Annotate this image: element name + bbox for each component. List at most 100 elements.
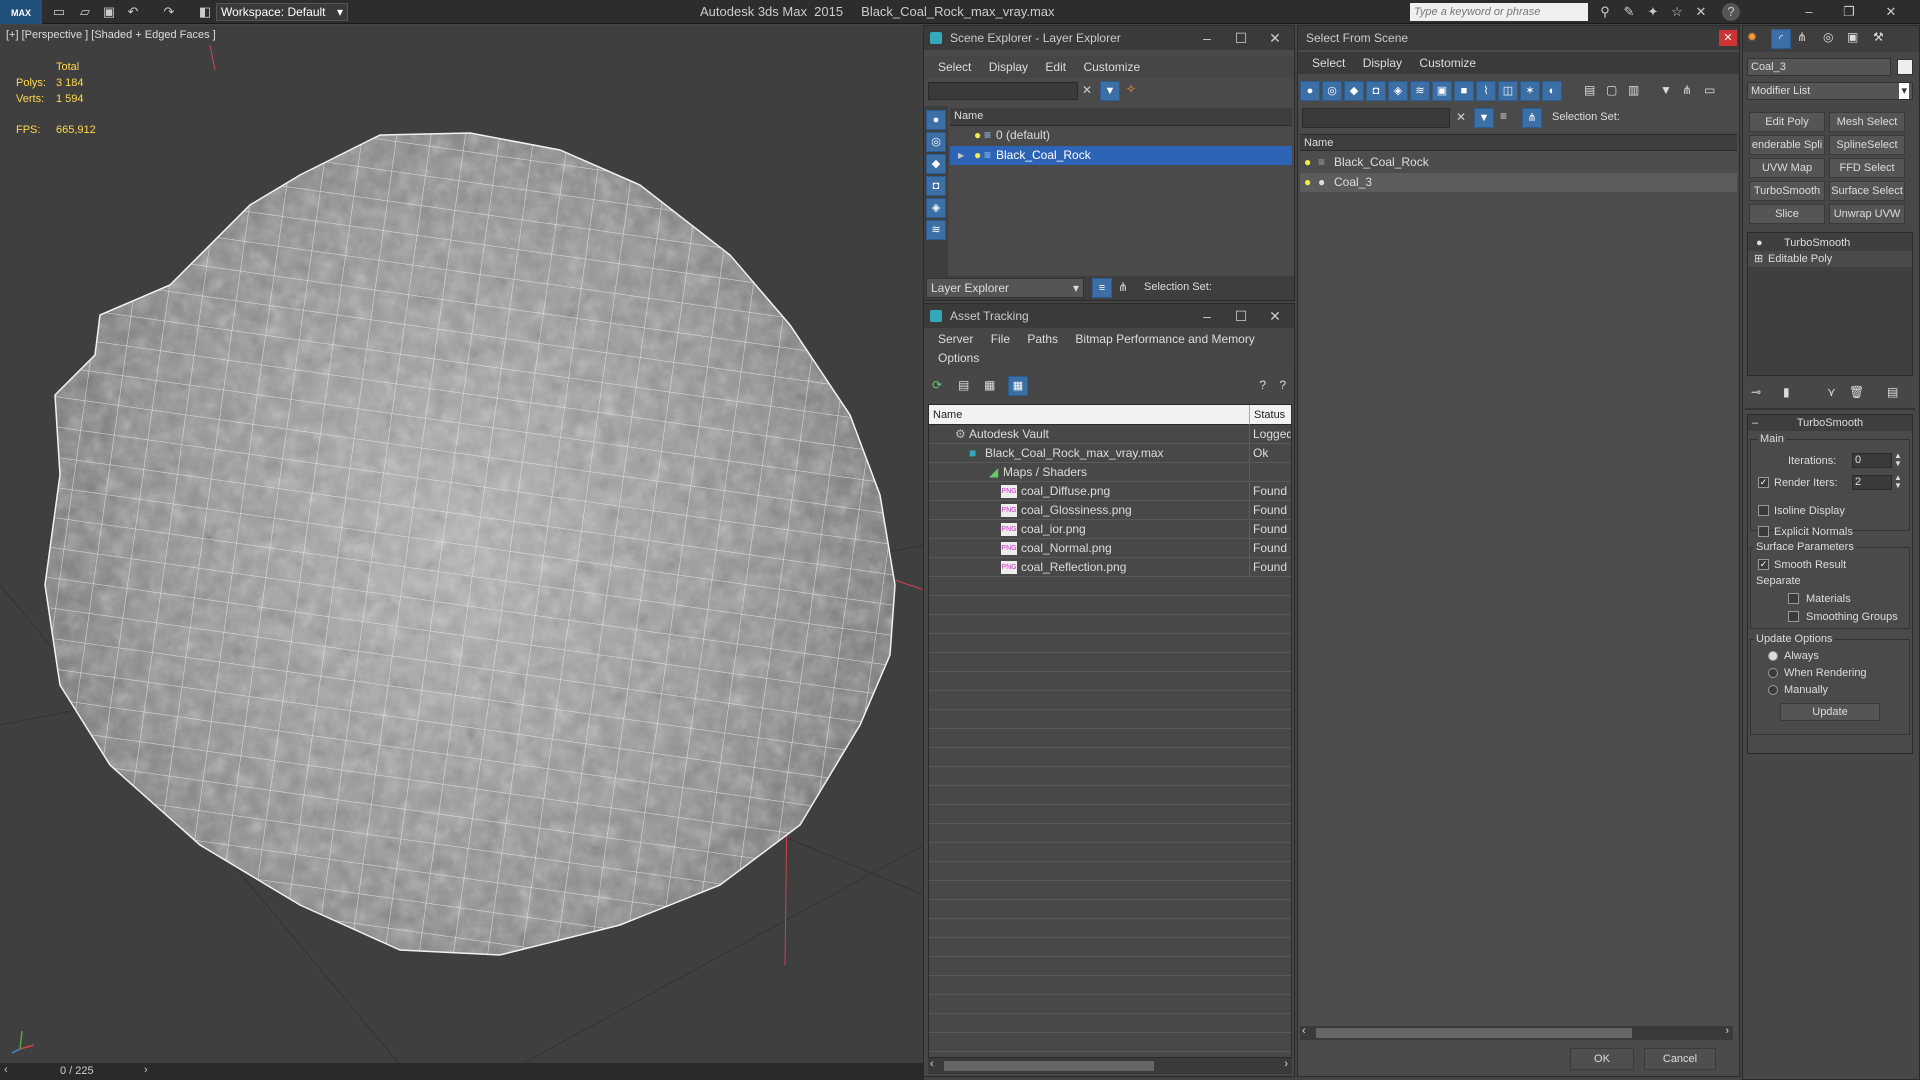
turbosmooth-button[interactable]: TurboSmooth <box>1749 181 1825 201</box>
project-folder-icon[interactable]: ◧ <box>196 3 214 21</box>
xrefs-filter-icon[interactable]: ■ <box>1454 81 1474 101</box>
spinner-arrows-icon[interactable]: ▲ ▼ <box>1894 474 1902 490</box>
binoculars-icon[interactable]: ⚲ <box>1596 3 1614 21</box>
manually-radio[interactable] <box>1768 685 1778 695</box>
tools-icon[interactable]: ✎ <box>1620 3 1638 21</box>
rollout-title[interactable]: – TurboSmooth <box>1748 415 1912 431</box>
menu-options[interactable]: Options <box>938 351 979 365</box>
table-row[interactable]: PNG coal_Diffuse.png Found <box>929 482 1291 501</box>
spinner-arrows-icon[interactable]: ▲ ▼ <box>1894 452 1902 468</box>
stack-item[interactable]: ● TurboSmooth <box>1748 235 1912 251</box>
geometry-filter-icon[interactable]: ● <box>1300 81 1320 101</box>
spline-select-button[interactable]: SplineSelect <box>1829 135 1905 155</box>
exchange-icon[interactable]: ✕ <box>1692 3 1710 21</box>
perspective-viewport[interactable]: [+] [Perspective ] [Shaded + Edged Faces… <box>0 25 924 1065</box>
object-color-swatch[interactable] <box>1897 59 1913 75</box>
stack-item[interactable]: ⊞ Editable Poly <box>1748 251 1912 267</box>
object-row-selected[interactable]: ● ● Coal_3 <box>1300 173 1737 192</box>
update-button[interactable]: Update <box>1780 703 1880 721</box>
thumbnail-view-icon[interactable]: ▦ <box>984 378 995 392</box>
select-from-scene-titlebar[interactable]: Select From Scene ✕ <box>1298 26 1739 50</box>
motion-tab-icon[interactable]: ◎ <box>1823 30 1833 44</box>
horizontal-scrollbar[interactable]: ‹ › <box>928 1058 1292 1074</box>
whats-this-icon[interactable]: ? <box>1279 378 1286 392</box>
menu-server[interactable]: Server <box>938 332 973 346</box>
app-logo[interactable]: MAX <box>0 0 42 24</box>
show-end-result-icon[interactable]: ▮ <box>1783 385 1790 399</box>
materials-checkbox[interactable] <box>1788 593 1799 604</box>
minimize-icon[interactable]: – <box>1190 304 1224 328</box>
smooth-result-checkbox[interactable]: ✓ <box>1758 559 1769 570</box>
asset-tracking-titlebar[interactable]: Asset Tracking – ☐ ✕ <box>924 304 1294 328</box>
ok-button[interactable]: OK <box>1570 1048 1634 1070</box>
close-icon[interactable]: ✕ <box>1258 304 1292 328</box>
subscription-icon[interactable]: ✦ <box>1644 3 1662 21</box>
renderable-spline-button[interactable]: enderable Spli <box>1749 135 1825 155</box>
column-header-name[interactable]: Name <box>929 405 1249 425</box>
expand-plus-icon[interactable]: ⊞ <box>1754 251 1763 267</box>
layer-row[interactable]: ● ≡ 0 (default) <box>950 126 1292 145</box>
light-bulb-icon[interactable]: ● <box>1756 235 1763 251</box>
render-iters-checkbox[interactable]: ✓ <box>1758 477 1769 488</box>
clear-search-icon[interactable]: ✕ <box>1456 110 1466 124</box>
prev-frame-icon[interactable]: ‹ <box>4 1064 8 1076</box>
create-tab-icon[interactable]: ✹ <box>1747 30 1757 44</box>
scene-explorer-titlebar[interactable]: Scene Explorer - Layer Explorer – ☐ ✕ <box>924 26 1294 50</box>
menu-display[interactable]: Display <box>989 60 1028 74</box>
column-header-status[interactable]: Status <box>1249 405 1291 425</box>
table-row[interactable]: PNG coal_Normal.png Found <box>929 539 1291 558</box>
spacewarps-filter-icon[interactable]: ≋ <box>1410 81 1430 101</box>
display-helpers-icon[interactable]: ◈ <box>926 198 946 218</box>
undo-icon[interactable]: ↶ <box>124 3 142 21</box>
display-shapes-icon[interactable]: ◎ <box>926 132 946 152</box>
scroll-right-icon[interactable]: › <box>1284 1058 1288 1070</box>
close-icon[interactable]: ✕ <box>1882 3 1900 21</box>
filter-icon[interactable]: ▼ <box>1474 108 1494 128</box>
viewport-label[interactable]: [+] [Perspective ] [Shaded + Edged Faces… <box>6 29 216 41</box>
display-geometry-icon[interactable]: ● <box>926 110 946 130</box>
utilities-tab-icon[interactable]: ⚒ <box>1873 30 1884 44</box>
hierarchy-tab-icon[interactable]: ⋔ <box>1797 30 1807 44</box>
table-view-icon[interactable]: ▦ <box>1008 376 1028 396</box>
help-icon[interactable]: ? <box>1259 378 1266 392</box>
light-bulb-icon[interactable]: ● <box>974 126 981 145</box>
new-file-icon[interactable]: ▭ <box>50 3 68 21</box>
table-row[interactable]: ◢ Maps / Shaders <box>929 463 1291 482</box>
light-bulb-icon[interactable]: ● <box>974 146 981 165</box>
scroll-right-icon[interactable]: › <box>1725 1025 1729 1037</box>
column-header-name[interactable]: Name <box>1300 135 1737 151</box>
filter-icon[interactable]: ▼ <box>1100 81 1120 101</box>
clear-search-icon[interactable]: ✕ <box>1082 83 1092 97</box>
table-row[interactable]: ⚙ Autodesk Vault Logged <box>929 425 1291 444</box>
scene-explorer-search-input[interactable] <box>928 82 1078 100</box>
column-header-name[interactable]: Name <box>950 108 1292 126</box>
select-invert-icon[interactable]: ▥ <box>1628 83 1639 97</box>
isoline-display-checkbox[interactable] <box>1758 505 1769 516</box>
groups-filter-icon[interactable]: ▣ <box>1432 81 1452 101</box>
table-row[interactable]: ■ Black_Coal_Rock_max_vray.max Ok <box>929 444 1291 463</box>
modify-tab-icon[interactable]: ◜ <box>1771 29 1791 49</box>
frozen-filter-icon[interactable]: ✶ <box>1520 81 1540 101</box>
when-rendering-radio[interactable] <box>1768 668 1778 678</box>
save-icon[interactable]: ▣ <box>100 3 118 21</box>
light-bulb-icon[interactable]: ● <box>1304 173 1311 192</box>
light-bulb-icon[interactable]: ● <box>1304 153 1311 172</box>
table-row[interactable]: PNG coal_Glossiness.png Found <box>929 501 1291 520</box>
make-unique-icon[interactable]: ⋎ <box>1827 385 1836 399</box>
filter-icon[interactable]: ▼ <box>1660 83 1672 97</box>
explorer-type-dropdown[interactable]: Layer Explorer ▾ <box>926 278 1084 298</box>
coal-rock-mesh[interactable] <box>0 25 924 1065</box>
edit-poly-button[interactable]: Edit Poly <box>1749 112 1825 132</box>
ffd-select-button[interactable]: FFD Select <box>1829 158 1905 178</box>
containers-filter-icon[interactable]: ◫ <box>1498 81 1518 101</box>
select-none-icon[interactable]: ▢ <box>1606 83 1617 97</box>
mesh-select-button[interactable]: Mesh Select <box>1829 112 1905 132</box>
redo-icon[interactable]: ↷ <box>160 3 178 21</box>
collapse-icon[interactable]: ▭ <box>1704 83 1715 97</box>
menu-bitmap-performance[interactable]: Bitmap Performance and Memory <box>1075 332 1254 346</box>
horizontal-scrollbar[interactable]: ‹ › <box>1300 1025 1733 1040</box>
select-all-icon[interactable]: ▤ <box>1584 83 1595 97</box>
iterations-spinner[interactable]: 0 <box>1852 453 1892 468</box>
hidden-filter-icon[interactable]: ◐ <box>1542 81 1562 101</box>
always-radio[interactable] <box>1768 651 1778 661</box>
